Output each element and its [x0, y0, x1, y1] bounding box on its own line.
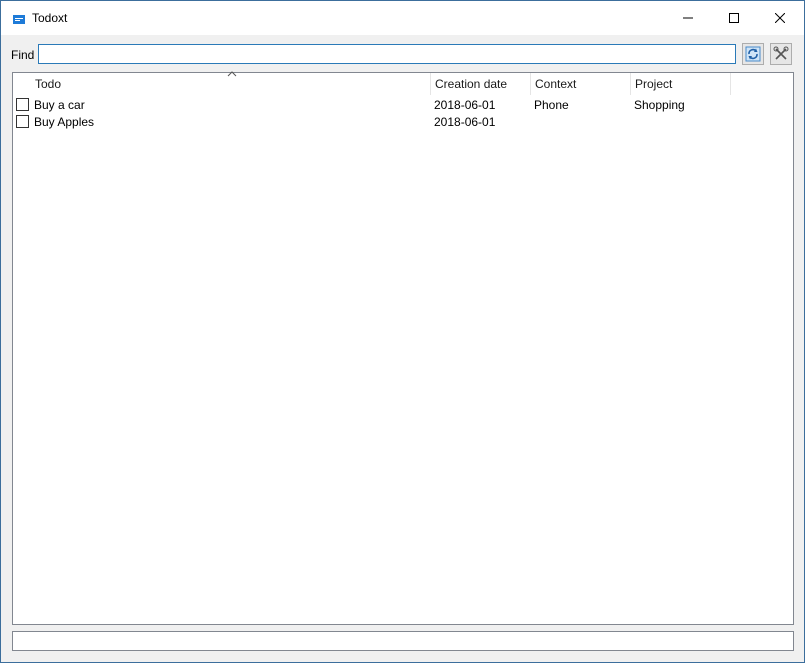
close-button[interactable] — [757, 1, 803, 35]
project-cell: Shopping — [634, 98, 685, 112]
todo-cell: Buy Apples — [34, 115, 95, 129]
maximize-icon — [729, 13, 739, 23]
creation-date-cell: 2018-06-01 — [434, 98, 496, 112]
refresh-icon — [745, 46, 761, 62]
column-header-project[interactable]: Project — [631, 73, 731, 95]
column-header-creation-date[interactable]: Creation date — [431, 73, 531, 95]
window-title: Todoxt — [32, 11, 68, 25]
minimize-icon — [683, 17, 693, 19]
minimize-button[interactable] — [665, 1, 711, 35]
find-input[interactable] — [38, 44, 736, 64]
todo-cell: Buy a car — [34, 98, 85, 112]
find-label: Find — [11, 48, 35, 62]
done-checkbox[interactable] — [16, 98, 29, 111]
table-row[interactable]: Buy Apples 2018-06-01 — [13, 113, 793, 130]
close-icon — [775, 13, 785, 23]
done-checkbox[interactable] — [16, 115, 29, 128]
list-header: Todo Creation date Context Project — [13, 71, 793, 95]
refresh-button[interactable] — [742, 43, 764, 65]
app-window: Todoxt Find Todo Creation date Context P… — [0, 0, 805, 663]
creation-date-cell: 2018-06-01 — [434, 115, 496, 129]
notepad-icon — [13, 13, 25, 24]
column-header-todo[interactable]: Todo — [31, 73, 431, 95]
status-bar — [12, 631, 794, 651]
title-bar[interactable]: Todoxt — [1, 1, 804, 35]
todo-list[interactable]: Todo Creation date Context Project Buy a… — [12, 71, 794, 625]
tools-icon — [773, 46, 789, 60]
column-header-context[interactable]: Context — [531, 73, 631, 95]
table-row[interactable]: Buy a car 2018-06-01 Phone Shopping — [13, 96, 793, 113]
maximize-button[interactable] — [711, 1, 757, 35]
context-cell: Phone — [534, 98, 569, 112]
settings-button[interactable] — [770, 43, 792, 65]
